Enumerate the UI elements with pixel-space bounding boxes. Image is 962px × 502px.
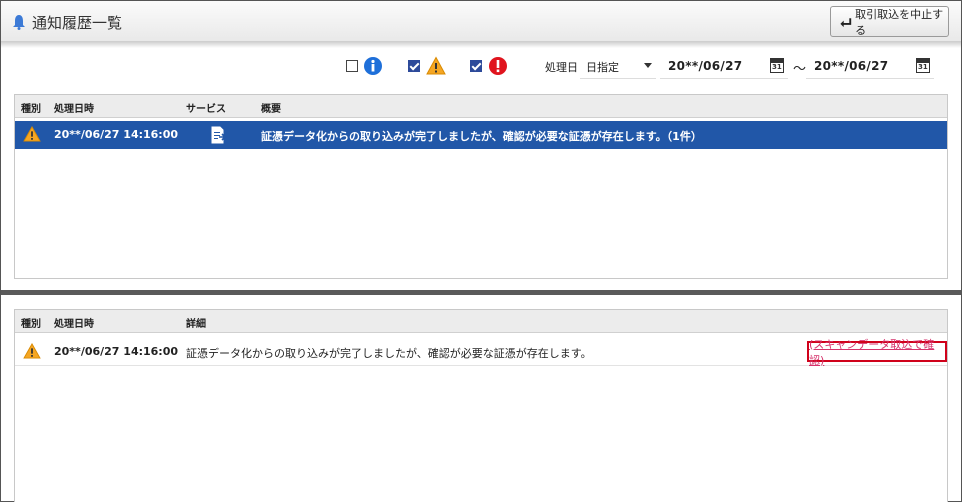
- date-to-field[interactable]: 20**/06/27 31: [806, 55, 934, 79]
- column-header-summary: 概要: [261, 104, 281, 115]
- detail-text: 証憑データ化からの取り込みが完了しましたが、確認が必要な証憑が存在します。: [186, 347, 592, 360]
- date-to-value: 20**/06/27: [814, 59, 889, 73]
- column-header-type: 種別: [21, 104, 41, 115]
- header-shadow: [1, 42, 961, 48]
- chevron-down-icon: [644, 63, 652, 68]
- info-filter-checkbox[interactable]: [346, 60, 358, 72]
- date-mode-value: 日指定: [586, 61, 619, 74]
- date-from-field[interactable]: 20**/06/27 31: [660, 55, 788, 79]
- detail-row: 20**/06/27 14:16:00 証憑データ化からの取り込みが完了しました…: [15, 338, 947, 367]
- notification-row[interactable]: 20**/06/27 14:16:00 証憑データ化からの取り込みが完了しました…: [15, 121, 947, 149]
- error-icon: [489, 57, 507, 75]
- column-header-detail: 詳細: [186, 319, 206, 330]
- scan-data-import-link[interactable]: (スキャンデータ取込で確認): [807, 338, 947, 367]
- column-header-datetime: 処理日時: [54, 319, 94, 330]
- warning-icon: [426, 56, 446, 75]
- date-mode-select[interactable]: 日指定: [580, 55, 656, 79]
- page-title: 通知履歴一覧: [32, 14, 123, 32]
- document-import-icon: [211, 126, 226, 144]
- notification-list-panel: 種別 処理日時 サービス 概要 20**/06/27 14:16:00 証憑デー…: [14, 94, 948, 279]
- stop-import-label: 取引取込を中止する: [855, 7, 944, 37]
- calendar-icon[interactable]: 31: [916, 58, 930, 73]
- info-icon: [364, 57, 382, 75]
- filter-bar: 処理日 日指定 20**/06/27 31 ～ 20**/06/27 31: [0, 55, 962, 79]
- notification-table-header: 種別 処理日時 サービス 概要: [15, 95, 947, 118]
- calendar-icon[interactable]: 31: [770, 58, 784, 73]
- column-header-datetime: 処理日時: [54, 104, 94, 115]
- stop-import-button[interactable]: 取引取込を中止する: [830, 6, 949, 37]
- warning-icon: [23, 343, 41, 359]
- notification-summary: 証憑データ化からの取り込みが完了しましたが、確認が必要な証憑が存在します。（1件…: [261, 130, 702, 143]
- column-header-type: 種別: [21, 319, 41, 330]
- date-from-value: 20**/06/27: [668, 59, 743, 73]
- detail-table-header: 種別 処理日時 詳細: [15, 310, 947, 333]
- date-filter-label: 処理日: [545, 61, 578, 74]
- return-arrow-icon: [840, 17, 852, 27]
- error-filter-checkbox[interactable]: [470, 60, 482, 72]
- detail-datetime: 20**/06/27 14:16:00: [54, 345, 179, 358]
- page-header: 通知履歴一覧 取引取込を中止する: [1, 1, 961, 42]
- notification-datetime: 20**/06/27 14:16:00: [54, 128, 179, 141]
- warning-icon: [23, 126, 41, 142]
- date-range-separator: ～: [793, 62, 807, 77]
- panel-divider[interactable]: [1, 290, 961, 295]
- column-header-service: サービス: [186, 104, 226, 115]
- warning-filter-checkbox[interactable]: [408, 60, 420, 72]
- bell-icon: [13, 15, 25, 30]
- notification-detail-panel: 種別 処理日時 詳細 20**/06/27 14:16:00 証憑データ化からの…: [14, 309, 948, 502]
